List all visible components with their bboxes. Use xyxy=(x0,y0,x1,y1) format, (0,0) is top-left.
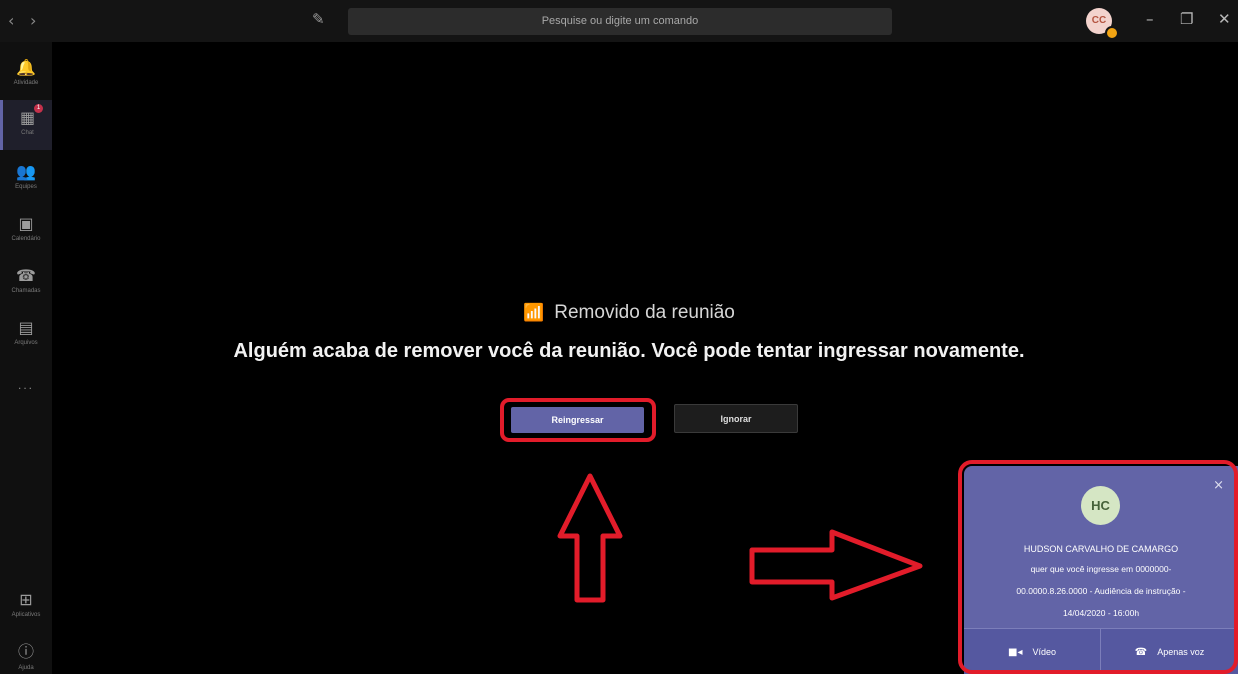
teams-window: ‹ › ✎ Pesquise ou digite um comando CC –… xyxy=(0,0,1238,674)
annotation-arrows xyxy=(557,473,923,603)
up-arrow-annotation xyxy=(557,473,623,603)
right-arrow-annotation xyxy=(749,529,923,601)
